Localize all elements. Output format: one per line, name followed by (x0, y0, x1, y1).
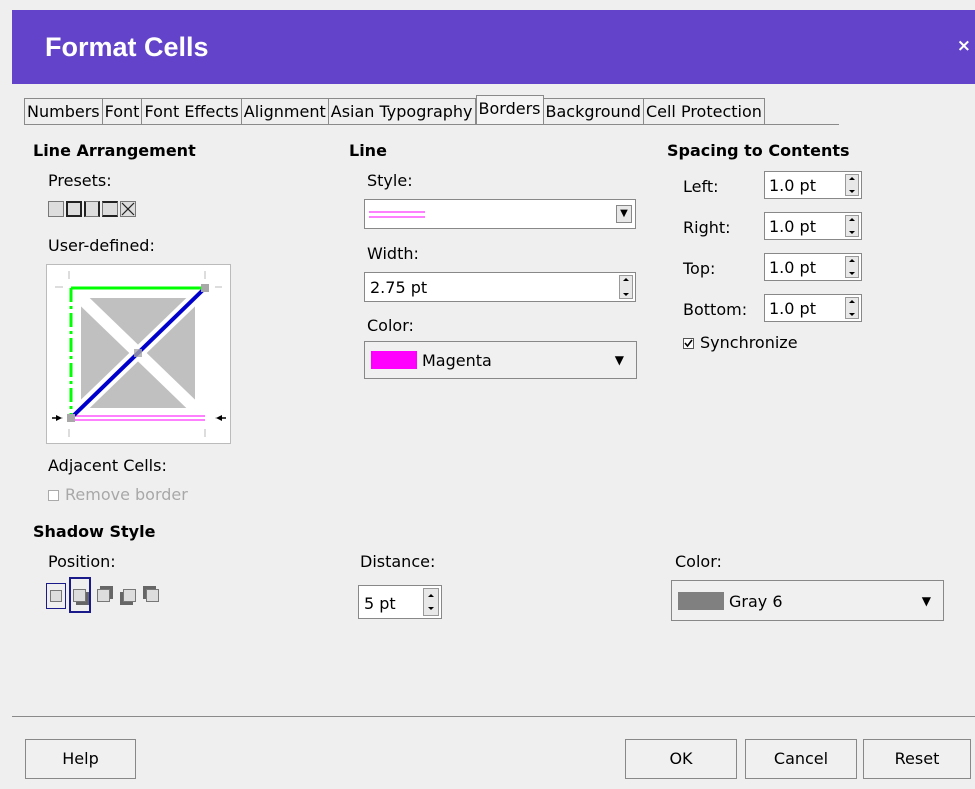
spacing-left-label: Left: (683, 177, 719, 196)
spin-arrows-icon[interactable] (423, 588, 439, 616)
presets-label: Presets: (48, 171, 112, 190)
spin-arrows-icon[interactable] (845, 297, 859, 319)
preset-diagonal-icon[interactable] (120, 201, 136, 217)
shadow-style-heading: Shadow Style (33, 522, 156, 541)
spacing-bottom-label: Bottom: (683, 300, 748, 319)
line-style-preview (369, 211, 425, 218)
line-color-value: Magenta (422, 351, 492, 370)
shadow-distance-value: 5 pt (364, 594, 396, 613)
shadow-none-option[interactable] (46, 583, 66, 609)
chevron-down-icon[interactable]: ▼ (616, 205, 632, 223)
cancel-button-label: Cancel (773, 749, 829, 768)
spacing-top-value: 1.0 pt (769, 258, 816, 277)
shadow-none-icon (50, 590, 62, 602)
preset-left-right-icon[interactable] (84, 201, 100, 217)
gray-swatch (678, 592, 724, 610)
synchronize-checkbox[interactable]: Synchronize (683, 333, 798, 352)
line-arrangement-heading: Line Arrangement (33, 141, 196, 160)
title-bar: Format Cells × (12, 10, 975, 84)
shadow-bottom-right-icon (73, 589, 86, 602)
tab-bar: Numbers Font Font Effects Alignment Asia… (24, 95, 765, 124)
tab-font[interactable]: Font (102, 98, 143, 124)
style-label: Style: (367, 171, 413, 190)
shadow-top-left-option[interactable] (140, 583, 160, 609)
remove-border-checkbox-box[interactable] (48, 490, 59, 501)
preset-top-bottom-icon[interactable] (102, 201, 118, 217)
tab-underline (24, 124, 839, 125)
adjacent-cells-label: Adjacent Cells: (48, 456, 167, 475)
shadow-bottom-left-icon (123, 589, 136, 602)
remove-border-checkbox[interactable]: Remove border (48, 485, 188, 504)
line-width-spinbox[interactable]: 2.75 pt (364, 272, 636, 302)
spacing-right-label: Right: (683, 218, 731, 237)
cancel-button[interactable]: Cancel (745, 739, 857, 779)
spacing-top-spinbox[interactable]: 1.0 pt (764, 253, 862, 281)
line-color-label: Color: (367, 316, 414, 335)
spacing-bottom-value: 1.0 pt (769, 299, 816, 318)
tab-numbers[interactable]: Numbers (24, 98, 103, 124)
ok-button-label: OK (669, 749, 693, 768)
magenta-swatch (371, 351, 417, 369)
line-width-value: 2.75 pt (370, 278, 428, 297)
shadow-color-value: Gray 6 (729, 592, 783, 611)
shadow-top-left-icon (146, 589, 159, 602)
presets-group (48, 201, 136, 217)
tab-font-effects[interactable]: Font Effects (142, 98, 242, 124)
ok-button[interactable]: OK (625, 739, 737, 779)
spacing-left-spinbox[interactable]: 1.0 pt (764, 171, 862, 199)
synchronize-label: Synchronize (700, 333, 798, 352)
reset-button-label: Reset (894, 749, 940, 768)
remove-border-label: Remove border (65, 485, 188, 504)
line-style-dropdown[interactable]: ▼ (364, 199, 636, 229)
user-defined-border-editor[interactable] (46, 264, 231, 444)
spacing-right-spinbox[interactable]: 1.0 pt (764, 212, 862, 240)
close-icon[interactable]: × (957, 36, 971, 56)
help-button-label: Help (62, 749, 99, 768)
shadow-distance-label: Distance: (360, 552, 436, 571)
width-label: Width: (367, 244, 419, 263)
shadow-position-label: Position: (48, 552, 116, 571)
shadow-color-label: Color: (675, 552, 722, 571)
shadow-color-dropdown[interactable]: Gray 6 ▼ (671, 580, 944, 621)
tab-cell-protection[interactable]: Cell Protection (643, 98, 765, 124)
tab-background[interactable]: Background (543, 98, 644, 124)
spin-arrows-icon[interactable] (619, 275, 633, 299)
tab-alignment[interactable]: Alignment (241, 98, 329, 124)
spacing-bottom-spinbox[interactable]: 1.0 pt (764, 294, 862, 322)
synchronize-checkbox-box[interactable] (683, 338, 694, 349)
help-button[interactable]: Help (25, 739, 136, 779)
shadow-top-right-option[interactable] (94, 583, 114, 609)
tab-asian-typography[interactable]: Asian Typography (328, 98, 476, 124)
preset-outer-border-icon[interactable] (66, 201, 82, 217)
line-color-dropdown[interactable]: Magenta ▼ (364, 341, 637, 379)
spin-arrows-icon[interactable] (845, 174, 859, 196)
shadow-top-right-icon (97, 589, 110, 602)
line-heading: Line (349, 141, 387, 160)
spin-arrows-icon[interactable] (845, 215, 859, 237)
user-defined-label: User-defined: (48, 236, 155, 255)
button-separator (12, 716, 975, 717)
shadow-distance-spinbox[interactable]: 5 pt (358, 585, 442, 619)
tab-borders[interactable]: Borders (475, 95, 544, 124)
shadow-bottom-right-option[interactable] (69, 577, 91, 613)
spacing-heading: Spacing to Contents (667, 141, 850, 160)
shadow-bottom-left-option[interactable] (117, 583, 137, 609)
spacing-right-value: 1.0 pt (769, 217, 816, 236)
spacing-top-label: Top: (683, 259, 716, 278)
spacing-left-value: 1.0 pt (769, 176, 816, 195)
chevron-down-icon: ▼ (614, 353, 624, 367)
dialog-title: Format Cells (45, 32, 209, 62)
reset-button[interactable]: Reset (863, 739, 971, 779)
chevron-down-icon: ▼ (921, 594, 931, 608)
spin-arrows-icon[interactable] (845, 256, 859, 278)
preset-none-icon[interactable] (48, 201, 64, 217)
shadow-position-group (46, 577, 160, 613)
